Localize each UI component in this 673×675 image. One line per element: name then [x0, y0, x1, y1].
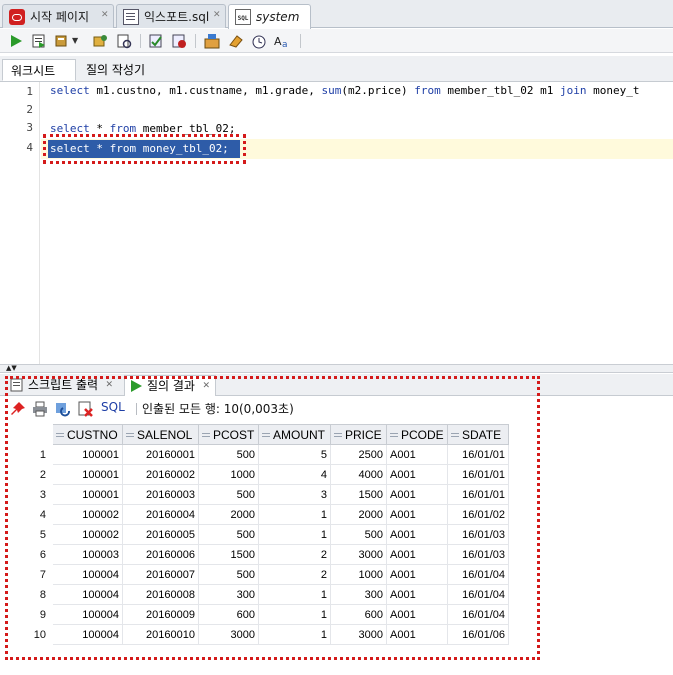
toolbar-divider — [140, 34, 141, 48]
svg-text:A: A — [274, 35, 282, 48]
function-name: sum — [321, 84, 342, 97]
code-text: m1.custno, m1.custname, m1.grade, — [89, 84, 322, 97]
tab-worksheet[interactable]: 워크시트 — [2, 59, 76, 81]
unshared-sql-icon[interactable] — [204, 33, 220, 49]
line-number: 3 — [26, 121, 33, 134]
tab-export-sql[interactable]: 익스포트.sql ✕ — [116, 4, 226, 28]
editor-splitter[interactable]: ▲▼ — [0, 364, 673, 373]
format-case-icon[interactable]: Aa — [274, 33, 290, 49]
sql-tuning-icon[interactable] — [171, 33, 187, 49]
sql-worksheet-icon: SQL — [235, 9, 251, 25]
close-icon[interactable]: ✕ — [101, 10, 109, 20]
explain-plan-icon[interactable] — [148, 33, 164, 49]
tab-query-builder[interactable]: 질의 작성기 — [78, 59, 153, 81]
code-text: (m2.price) — [341, 84, 415, 97]
autotrace-icon[interactable] — [54, 33, 70, 49]
tab-start-page-label: 시작 페이지 — [30, 10, 90, 24]
tab-system[interactable]: SQL system — [228, 4, 311, 29]
svg-text:a: a — [282, 40, 288, 49]
line-number: 2 — [26, 103, 33, 116]
commit-icon[interactable] — [92, 33, 108, 49]
highlight-box-result — [5, 376, 540, 660]
toolbar-divider — [300, 34, 301, 48]
oracle-icon — [9, 8, 25, 25]
document-icon — [123, 8, 139, 25]
document-tab-bar: 시작 페이지 ✕ 익스포트.sql ✕ SQL system — [0, 0, 673, 29]
code-line-1[interactable]: select m1.custno, m1.custname, m1.grade,… — [50, 82, 639, 100]
tab-export-sql-label: 익스포트.sql — [144, 10, 210, 24]
rollback-icon[interactable] — [116, 33, 132, 49]
close-icon[interactable]: ✕ — [213, 10, 221, 20]
code-text: money_t — [586, 84, 640, 97]
eraser-icon[interactable] — [228, 33, 244, 49]
tab-system-label: system — [256, 10, 300, 24]
line-number: 4 — [26, 141, 33, 154]
worksheet-subtabs: 워크시트 질의 작성기 — [0, 56, 673, 82]
sql-editor[interactable]: 1 2 3 4 select m1.custno, m1.custname, m… — [0, 82, 673, 364]
line-number: 1 — [26, 85, 33, 98]
line-number-gutter: 1 2 3 4 — [0, 82, 40, 364]
code-text: member_tbl_02 m1 — [440, 84, 560, 97]
run-statement-icon[interactable] — [8, 33, 24, 49]
toolbar-divider — [195, 34, 196, 48]
run-script-icon[interactable] — [31, 33, 47, 49]
keyword: select — [50, 84, 90, 97]
worksheet-toolbar: ▼ Aa — [0, 29, 673, 53]
chevron-down-icon[interactable]: ▼ — [72, 36, 88, 52]
keyword: join — [560, 84, 587, 97]
keyword: from — [414, 84, 441, 97]
highlight-box-query — [43, 134, 246, 164]
splitter-arrows-icon: ▲▼ — [6, 364, 17, 372]
history-icon[interactable] — [251, 33, 267, 49]
tab-start-page[interactable]: 시작 페이지 ✕ — [2, 4, 114, 28]
